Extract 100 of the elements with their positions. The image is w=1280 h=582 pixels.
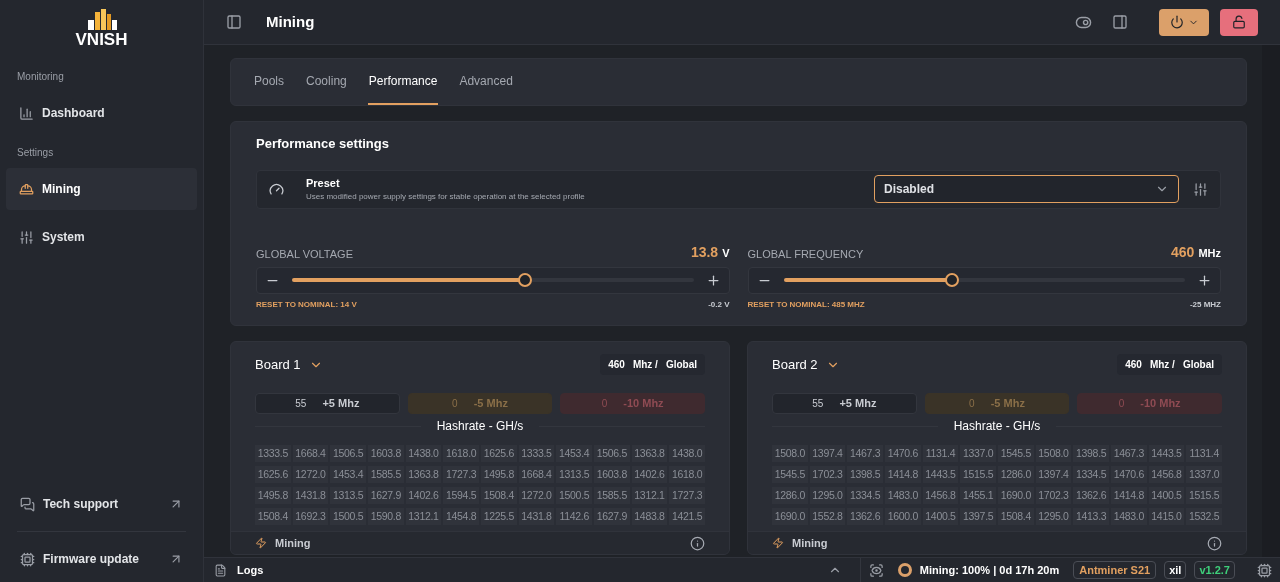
chip-offset: -10 Mhz [623,396,664,412]
chip-offset: -10 Mhz [1140,396,1181,412]
info-icon[interactable] [1207,535,1222,551]
hashrate-cell: 1397.4 [809,445,846,462]
hashrate-cell: 1727.3 [669,487,705,504]
hashrate-cell: 1414.8 [1111,487,1147,504]
reset-link[interactable]: RESET TO NOMINAL: 485 MHZ [747,298,865,311]
hashrate-cell: 1627.9 [368,487,404,504]
nav-item[interactable]: Mining [6,168,197,210]
chip-count: 0 [969,397,975,411]
model-badge: Antminer S21 [1073,560,1157,580]
hashrate-cell: 1402.6 [405,487,442,504]
tab[interactable]: Advanced [458,59,514,105]
hashrate-cell: 1506.5 [330,445,366,462]
hashrate-cell: 1600.0 [885,508,921,525]
slider-label: GLOBAL VOLTAGE [256,247,353,262]
hashrate-cell: 1398.5 [1073,445,1109,462]
logo-icon [85,8,118,30]
bolt-icon [772,537,784,549]
user-badge: xil [1164,560,1187,580]
chart-icon [19,105,34,121]
hashrate-cell: 1363.8 [405,466,442,483]
preset-description: Uses modified power supply settings for stable operation at the selected profile [306,191,585,204]
hashrate-cell: 1500.5 [330,508,366,525]
hashrate-cell: 1454.8 [443,508,479,525]
board-frequency-unit: Mhz / [1149,358,1175,372]
hashrate-cell: 1618.0 [443,445,479,462]
hashrate-cell: 1333.5 [518,445,555,462]
chip-offset: +5 Mhz [839,396,877,412]
tab[interactable]: Cooling [305,59,348,105]
hashrate-cell: 1625.6 [255,466,291,483]
hashrate-cell: 1456.8 [922,487,959,504]
hashrate-cell: 1515.5 [1186,487,1222,504]
hashrate-cell: 1443.5 [1148,445,1185,462]
hashrate-cell: 1413.3 [1073,508,1109,525]
page-title: Mining [266,11,315,32]
plus-button[interactable] [1197,272,1212,288]
hashrate-cell: 1585.5 [368,466,404,483]
reset-link[interactable]: RESET TO NOMINAL: 14 V [256,298,357,311]
gauge-icon [269,181,284,197]
hashrate-cell: 1431.8 [292,487,329,504]
hashrate-cell: 1603.8 [368,445,404,462]
hashrate-cell: 1702.3 [1035,487,1072,504]
slider-delta: -25 MHZ [1189,298,1221,311]
mining-status: Mining: 100% | 0d 17h 20m [919,562,1060,578]
chip-count: 55 [812,397,824,411]
hashrate-cell: 1131.4 [922,445,959,462]
hashrate-cell: 1397.5 [960,508,996,525]
preset-title: Preset [306,175,341,191]
hashrate-cell: 1363.8 [631,445,668,462]
hashrate-cell: 1313.5 [330,487,366,504]
chip-offset: -5 Mhz [473,396,508,412]
unlock-button[interactable] [1220,8,1258,36]
board-status: Mining [275,535,311,551]
hashrate-cell: 1702.3 [809,466,846,483]
board-frequency: 460 [1125,358,1142,372]
hashrate-cell: 1690.0 [772,508,808,525]
hashrate-cell: 1453.4 [556,445,592,462]
hashrate-cell: 1594.5 [443,487,479,504]
hashrate-cell: 1431.8 [518,508,555,525]
hashrate-cell: 1483.0 [885,487,921,504]
hashrate-cell: 1334.5 [1073,466,1109,483]
hashrate-cell: 1668.4 [292,445,329,462]
slider-unit: V [722,245,730,261]
sliders-icon[interactable] [1193,181,1208,197]
hashrate-cell: 1552.8 [809,508,846,525]
hashrate-cell: 1438.0 [669,445,705,462]
hashrate-cell: 1500.5 [556,487,592,504]
info-icon[interactable] [690,535,705,551]
tab[interactable]: Performance [367,59,439,105]
hashrate-cell: 1467.3 [847,445,883,462]
tab[interactable]: Pools [253,59,286,105]
hard-hat-icon [19,181,34,197]
hashrate-title: Hashrate - GH/s [952,418,1042,435]
sidebar-toggle-icon[interactable] [226,14,242,30]
hashrate-cell: 1590.8 [368,508,404,525]
preset-select[interactable]: Disabled [874,175,1179,203]
hashrate-cell: 1603.8 [594,466,630,483]
slider-value: 460 [1171,242,1195,262]
hashrate-cell: 1402.6 [631,466,668,483]
slider-thumb[interactable] [517,273,532,287]
hashrate-cell: 1313.5 [556,466,592,483]
nav-item[interactable]: Dashboard [6,92,197,134]
panel-icon[interactable] [1112,14,1128,30]
sidebar-link[interactable]: Firmware update [0,542,203,576]
hashrate-cell: 1362.6 [1073,487,1109,504]
plus-button[interactable] [705,272,721,288]
scan-icon[interactable] [868,562,884,578]
logs-label[interactable]: Logs [237,561,264,579]
hashrate-cell: 1483.8 [631,508,668,525]
power-menu-button[interactable] [1159,8,1209,36]
nav-item[interactable]: System [6,216,197,258]
hashrate-cell: 1618.0 [669,466,705,483]
hashrate-cell: 1506.5 [594,445,630,462]
slider-thumb[interactable] [945,273,960,287]
document-icon[interactable] [214,563,227,577]
chip-icon[interactable] [1257,562,1272,578]
sidebar-link[interactable]: Tech support [0,487,203,521]
hashrate-cell: 1585.5 [594,487,630,504]
hashrate-cell: 1397.4 [1035,466,1072,483]
